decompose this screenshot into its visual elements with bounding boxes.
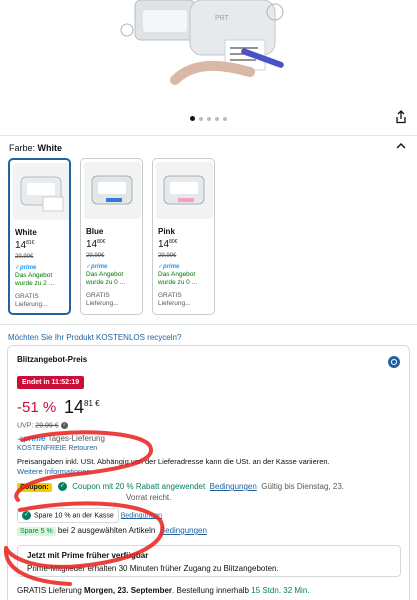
color-swatch-pink[interactable]: Pink 1480€ 29,99€ ✓prime Das Angebot wur… — [152, 158, 215, 315]
deal-price: 1481 € — [64, 397, 100, 417]
prime-box-text: Prime-Mitglieder erhalten 30 Minuten frü… — [27, 564, 279, 573]
multi-buy-chip: Spare 5 % — [17, 527, 56, 536]
discount-percent: -51 % — [17, 399, 57, 416]
check-icon: ✓ — [58, 482, 67, 492]
swatch-image — [84, 162, 141, 219]
swatch-old-price: 29,99€ — [86, 253, 105, 259]
section-divider — [0, 324, 417, 325]
carousel-dot[interactable] — [199, 117, 203, 121]
carousel-dot[interactable] — [207, 117, 211, 121]
recycle-link[interactable]: Möchten Sie Ihr Produkt KOSTENLOS recyce… — [8, 333, 181, 342]
vat-notice: Preisangaben inkl. USt. Abhängig von der… — [17, 457, 330, 476]
coupon-valid-until: Gültig bis Dienstag, 23. — [261, 482, 344, 491]
swatch-image — [13, 163, 69, 220]
color-label: Farbe: — [9, 143, 36, 153]
info-icon[interactable]: i — [60, 422, 68, 429]
more-info-link[interactable]: Weitere Informationen. — [17, 467, 93, 476]
coupon-tag: Coupon: — [17, 483, 52, 492]
chevron-up-icon[interactable] — [396, 142, 406, 150]
swatch-image — [156, 162, 213, 219]
svg-text:PRT: PRT — [215, 15, 230, 22]
selected-color: White — [37, 143, 63, 153]
offer-radio-button[interactable] — [388, 356, 400, 368]
section-divider — [0, 135, 417, 136]
multi-buy-offer: Spare 5 % bei 2 ausgewählten Artikeln Be… — [17, 526, 207, 536]
prime-box-title: Jetzt mit Prime früher verfügbar — [27, 551, 149, 560]
deal-countdown-badge: Endet in 11:52:19 — [17, 376, 85, 389]
product-image-gallery[interactable]: PRT — [0, 0, 417, 135]
swatch-name: Pink — [158, 227, 175, 236]
free-returns-link[interactable]: KOSTENFREIE Retouren — [17, 445, 97, 452]
swatch-price: 1480€ — [158, 239, 178, 250]
share-icon[interactable] — [394, 110, 408, 124]
color-swatch-blue[interactable]: Blue 1480€ 29,99€ ✓prime Das Angebot wur… — [80, 158, 143, 315]
color-swatch-white[interactable]: White 1481€ 29,99€ ✓prime Das Angebot wu… — [8, 158, 71, 315]
save-terms-link[interactable]: Bedingungen — [121, 512, 162, 519]
swatch-shipping: GRATIS Lieferung... — [86, 292, 119, 307]
prime-delivery-row: ✓prime Tages-Lieferung — [17, 434, 105, 443]
swatch-old-price: 29,99€ — [15, 254, 34, 260]
carousel-dot[interactable] — [190, 116, 195, 121]
uvp-price: UVP: 29,99 € i — [17, 422, 68, 429]
prime-logo: ✓prime — [17, 434, 46, 443]
prime-badge: ✓prime — [86, 264, 108, 270]
multi-buy-terms-link[interactable]: Bedingungen — [160, 526, 207, 535]
coupon-row: Coupon: ✓ Coupon mit 20 % Rabatt angewen… — [17, 482, 344, 492]
swatch-shipping: GRATIS Lieferung... — [15, 293, 48, 308]
swatch-shipping: GRATIS Lieferung... — [158, 292, 191, 307]
color-selector-label: Farbe: White — [9, 143, 62, 153]
check-icon: ✓ — [22, 511, 31, 520]
swatch-offer: Das Angebot wurde zu 2 ... — [15, 272, 55, 287]
offer-title: Blitzangebot-Preis — [17, 355, 88, 364]
swatch-name: Blue — [86, 227, 104, 236]
prime-early-access-box[interactable]: Jetzt mit Prime früher verfügbar Prime-M… — [17, 545, 401, 577]
save-chip: ✓ Spare 10 % an der Kasse — [17, 508, 119, 523]
swatch-old-price: 29,99€ — [158, 253, 177, 259]
offer-card[interactable]: Blitzangebot-Preis Endet in 11:52:19 -51… — [7, 345, 410, 600]
swatch-offer: Das Angebot wurde zu 0 ... — [86, 271, 126, 286]
carousel-dots — [0, 116, 417, 121]
coupon-applied-text: Coupon mit 20 % Rabatt angewendet — [72, 482, 206, 491]
product-photo[interactable]: PRT — [115, 0, 305, 95]
prime-badge: ✓prime — [158, 264, 180, 270]
prime-badge: ✓prime — [15, 265, 37, 271]
save-at-checkout: ✓ Spare 10 % an der Kasse Bedingungen — [17, 508, 162, 523]
carousel-dot[interactable] — [223, 117, 227, 121]
swatch-offer: Das Angebot wurde zu 0 ... — [158, 271, 198, 286]
coupon-terms-link[interactable]: Bedingungen — [210, 482, 257, 491]
stock-note: Vorrat reicht. — [126, 493, 172, 502]
delivery-info: GRATIS Lieferung Morgen, 23. September. … — [17, 586, 310, 595]
swatch-price: 1481€ — [15, 240, 35, 251]
swatch-price: 1480€ — [86, 239, 106, 250]
carousel-dot[interactable] — [215, 117, 219, 121]
swatch-name: White — [15, 228, 37, 237]
